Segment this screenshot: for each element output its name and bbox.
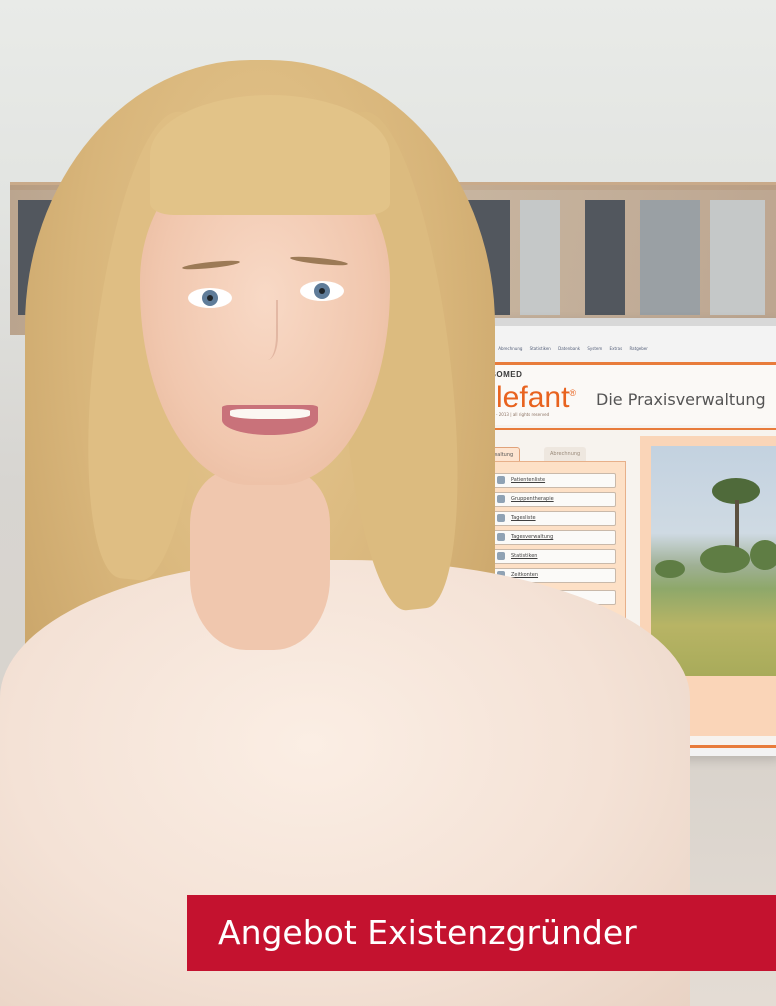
nav-button-label: Tagesverwaltung — [511, 534, 554, 540]
binder — [640, 200, 700, 315]
eye-right — [300, 281, 344, 301]
pupil — [207, 295, 213, 301]
document-icon — [497, 514, 505, 522]
menu-item[interactable]: Ratgeber — [629, 346, 647, 351]
bush — [700, 545, 750, 573]
tab-abrechnung[interactable]: Abrechnung — [544, 447, 587, 461]
pupil — [319, 288, 325, 294]
menu-item[interactable]: Abrechnung — [498, 346, 522, 351]
nav-button-label: Tagesliste — [511, 515, 536, 521]
bush — [750, 540, 776, 570]
nav-button-label: Patientenliste — [511, 477, 546, 483]
menu-item[interactable]: Extras — [610, 346, 623, 351]
binder — [585, 200, 625, 315]
iris — [202, 290, 218, 306]
header-divider — [466, 428, 776, 430]
teeth — [230, 409, 310, 419]
neck — [190, 470, 330, 650]
menu-item[interactable]: System — [587, 346, 602, 351]
nav-button-label: Statistiken — [511, 553, 538, 559]
binder — [710, 200, 765, 315]
binder — [520, 200, 560, 315]
nav-button-tagesverwaltung[interactable]: Tagesverwaltung — [490, 530, 616, 545]
hair-top — [150, 95, 390, 215]
menu-item[interactable]: Datenbank — [558, 346, 580, 351]
eye-left — [188, 288, 232, 308]
calendar-icon — [497, 533, 505, 541]
patients-icon — [497, 476, 505, 484]
offer-banner-text: Angebot Existenzgründer — [218, 913, 637, 952]
nav-button-gruppentherapie[interactable]: Gruppentherapie — [490, 492, 616, 507]
bush — [655, 560, 685, 578]
nav-button-statistiken[interactable]: Statistiken — [490, 549, 616, 564]
iris — [314, 283, 330, 299]
nav-button-tagesliste[interactable]: Tagesliste — [490, 511, 616, 526]
nav-button-patientenliste[interactable]: Patientenliste — [490, 473, 616, 488]
nav-button-label: Gruppentherapie — [511, 496, 554, 502]
menu-item[interactable]: Statistiken — [530, 346, 551, 351]
nose — [252, 300, 278, 360]
stats-icon — [497, 552, 505, 560]
group-icon — [497, 495, 505, 503]
app-tagline: Die Praxisverwaltung — [596, 390, 766, 409]
smile — [222, 405, 318, 435]
app-menubar: Hilfe Verwaltung Abrechnung Statistiken … — [452, 346, 772, 358]
brand-mark: ® — [569, 388, 577, 398]
scene: Hilfe Verwaltung Abrechnung Statistiken … — [0, 0, 776, 1006]
